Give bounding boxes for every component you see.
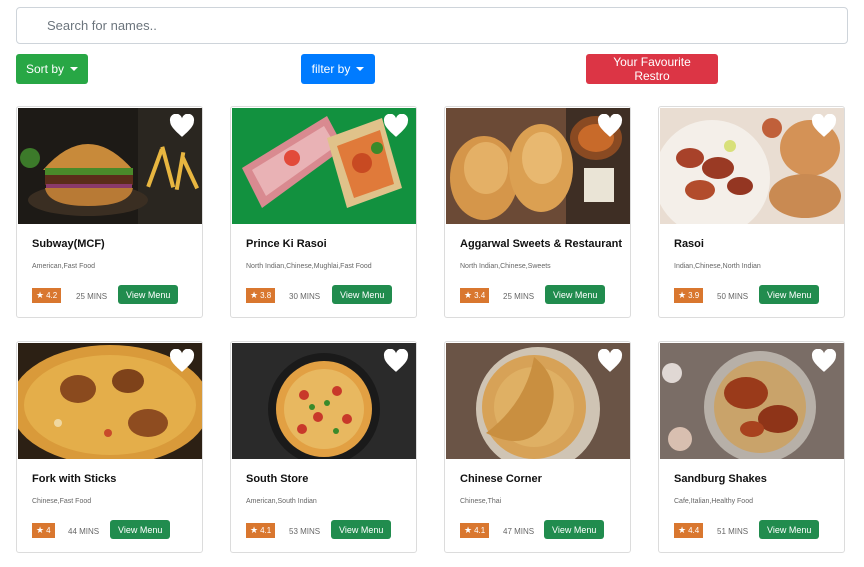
heart-icon[interactable]: [169, 349, 195, 373]
restaurant-card[interactable]: Subway(MCF) American,Fast Food ★ 4.2 25 M…: [16, 106, 203, 318]
star-icon: ★: [36, 525, 45, 535]
restaurant-cuisine: American,South Indian: [246, 498, 317, 505]
caret-down-icon: [70, 67, 78, 71]
heart-icon[interactable]: [597, 349, 623, 373]
heart-icon[interactable]: [383, 349, 409, 373]
rating-value: 4: [46, 526, 51, 535]
view-menu-button[interactable]: View Menu: [331, 520, 392, 539]
restaurant-card[interactable]: Prince Ki Rasoi North Indian,Chinese,Mug…: [230, 106, 417, 318]
heart-icon[interactable]: [169, 114, 195, 138]
food-image: [232, 343, 416, 459]
filter-by-label: filter by: [311, 62, 351, 76]
rating-value: 4.2: [46, 291, 58, 300]
view-menu-button[interactable]: View Menu: [759, 285, 820, 304]
food-image: [446, 108, 630, 224]
view-menu-button[interactable]: View Menu: [544, 520, 605, 539]
restaurant-cuisine: Indian,Chinese,North Indian: [674, 263, 761, 270]
restaurant-name: Fork with Sticks: [32, 473, 117, 485]
delivery-time: 44 MINS: [68, 527, 100, 536]
favourite-restro-label: Your Favourite Restro: [613, 55, 691, 83]
rating-badge: ★ 4.2: [32, 288, 62, 303]
food-image: [660, 108, 844, 224]
restaurant-cuisine: Chinese,Thai: [460, 498, 502, 505]
restaurant-card[interactable]: Fork with Sticks Chinese,Fast Food ★ 4 44…: [16, 341, 203, 553]
delivery-time: 47 MINS: [503, 527, 535, 536]
rating-value: 3.4: [474, 291, 486, 300]
view-menu-button[interactable]: View Menu: [110, 520, 171, 539]
heart-icon[interactable]: [383, 114, 409, 138]
view-menu-button[interactable]: View Menu: [545, 285, 606, 304]
sort-by-label: Sort by: [26, 62, 65, 76]
restaurant-name: Aggarwal Sweets & Restaurant: [460, 238, 622, 250]
heart-icon[interactable]: [811, 349, 837, 373]
rating-value: 3.8: [260, 291, 272, 300]
restaurant-name: Rasoi: [674, 238, 704, 250]
delivery-time: 51 MINS: [717, 527, 749, 536]
restaurant-card[interactable]: South Store American,South Indian ★ 4.1 5…: [230, 341, 417, 553]
restaurant-card[interactable]: Chinese Corner Chinese,Thai ★ 4.1 47 MINS…: [444, 341, 631, 553]
favourite-restro-button[interactable]: Your Favourite Restro: [586, 54, 718, 84]
star-icon: ★: [464, 525, 473, 535]
delivery-time: 30 MINS: [289, 292, 321, 301]
search-input[interactable]: [16, 7, 848, 44]
restaurant-cuisine: Chinese,Fast Food: [32, 498, 92, 505]
caret-down-icon: [356, 67, 365, 71]
star-icon: ★: [36, 290, 45, 300]
rating-badge: ★ 3.8: [246, 288, 276, 303]
restaurant-name: South Store: [246, 473, 309, 485]
rating-badge: ★ 3.4: [460, 288, 490, 303]
delivery-time: 25 MINS: [503, 292, 535, 301]
food-image: [18, 108, 202, 224]
food-image: [18, 343, 202, 459]
rating-badge: ★ 4.1: [246, 523, 276, 538]
rating-value: 3.9: [688, 291, 700, 300]
heart-icon[interactable]: [811, 114, 837, 138]
food-image: [446, 343, 630, 459]
filter-by-button[interactable]: filter by: [301, 54, 375, 84]
star-icon: ★: [464, 290, 473, 300]
rating-value: 4.1: [474, 526, 486, 535]
sort-by-button[interactable]: Sort by: [16, 54, 88, 84]
view-menu-button[interactable]: View Menu: [332, 285, 393, 304]
restaurant-cuisine: American,Fast Food: [32, 263, 96, 270]
food-image: [232, 108, 416, 224]
restaurant-name: Chinese Corner: [460, 473, 542, 485]
restaurant-card[interactable]: Rasoi Indian,Chinese,North Indian ★ 3.9 5…: [658, 106, 845, 318]
view-menu-button[interactable]: View Menu: [118, 285, 179, 304]
star-icon: ★: [678, 525, 687, 535]
rating-value: 4.1: [260, 526, 272, 535]
restaurant-cuisine: Cafe,Italian,Healthy Food: [674, 498, 753, 505]
restaurant-name: Sandburg Shakes: [674, 473, 767, 485]
heart-icon[interactable]: [597, 114, 623, 138]
rating-badge: ★ 4.1: [460, 523, 490, 538]
delivery-time: 25 MINS: [76, 292, 108, 301]
food-image: [660, 343, 844, 459]
restaurant-cuisine: North Indian,Chinese,Mughlai,Fast Food: [246, 263, 372, 270]
view-menu-button[interactable]: View Menu: [759, 520, 820, 539]
restaurant-card[interactable]: Aggarwal Sweets & Restaurant North India…: [444, 106, 631, 318]
delivery-time: 50 MINS: [717, 292, 749, 301]
rating-badge: ★ 4: [32, 523, 55, 538]
star-icon: ★: [250, 525, 259, 535]
rating-badge: ★ 4.4: [674, 523, 704, 538]
rating-value: 4.4: [688, 526, 700, 535]
restaurant-cuisine: North Indian,Chinese,Sweets: [460, 263, 551, 270]
restaurant-card[interactable]: Sandburg Shakes Cafe,Italian,Healthy Foo…: [658, 341, 845, 553]
star-icon: ★: [250, 290, 259, 300]
star-icon: ★: [678, 290, 687, 300]
restaurant-name: Subway(MCF): [32, 238, 105, 250]
restaurant-name: Prince Ki Rasoi: [246, 238, 327, 250]
delivery-time: 53 MINS: [289, 527, 321, 536]
rating-badge: ★ 3.9: [674, 288, 704, 303]
